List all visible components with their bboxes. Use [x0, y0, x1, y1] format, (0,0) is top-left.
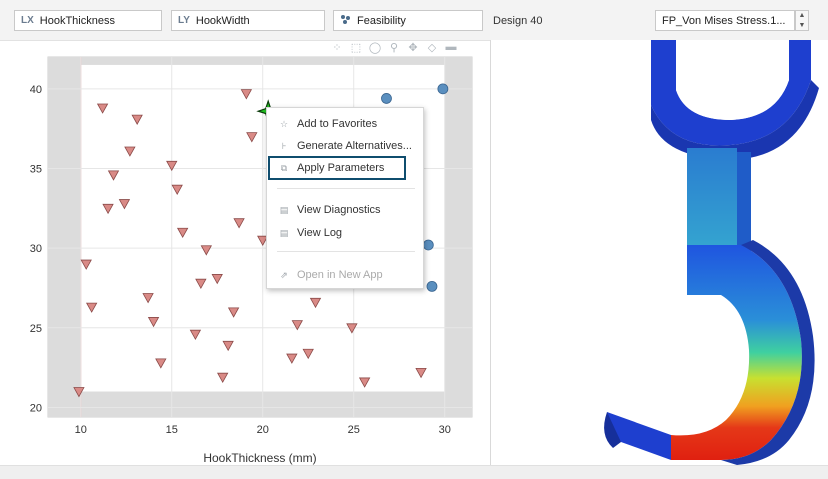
y-tick-label: 30: [30, 243, 42, 255]
pan-icon[interactable]: ✥: [406, 40, 420, 54]
zoom-icon[interactable]: ⚲: [387, 40, 401, 54]
stepper-down-icon[interactable]: ▼: [799, 22, 806, 29]
comment-icon[interactable]: ◯: [368, 40, 382, 54]
feasible-point: [381, 93, 392, 104]
x-tick-label: 25: [348, 424, 360, 436]
menu-item-add-to-favorites[interactable]: ☆ Add to Favorites: [267, 114, 423, 134]
generate-icon: ⊦: [281, 140, 287, 151]
toggle-icon[interactable]: ▬: [444, 40, 458, 54]
y-axis-icon: LY: [178, 15, 190, 26]
menu-item-generate-alternatives[interactable]: ⊦ Generate Alternatives...: [267, 136, 423, 156]
box-select-icon[interactable]: ⬚: [349, 40, 363, 54]
model-3d-view[interactable]: [491, 40, 828, 465]
y-tick-label: 35: [30, 164, 42, 176]
x-parameter-select[interactable]: LX HookThickness: [14, 10, 162, 31]
lasso-select-icon[interactable]: ⁘: [330, 40, 344, 54]
x-tick-label: 15: [166, 424, 178, 436]
x-tick-label: 10: [75, 424, 87, 436]
infeasible-region-right: [444, 57, 472, 417]
result-stepper[interactable]: ▲ ▼: [795, 10, 809, 31]
result-select-label: FP_Von Mises Stress.1...: [662, 14, 786, 27]
result-select[interactable]: FP_Von Mises Stress.1...: [655, 10, 795, 31]
apply-parameters-highlight: [268, 156, 406, 180]
infeasible-region-left: [48, 57, 81, 417]
x-axis-label: HookThickness (mm): [203, 451, 316, 465]
feasibility-icon: [340, 14, 351, 28]
x-tick-label: 20: [257, 424, 269, 436]
menu-separator: [277, 188, 415, 189]
document-icon: ▤: [279, 227, 289, 238]
y-parameter-select[interactable]: LY HookWidth: [171, 10, 325, 31]
feasible-point: [422, 239, 434, 251]
menu-separator: [277, 251, 415, 252]
external-link-icon: ⇗: [280, 269, 288, 280]
star-icon: ☆: [279, 118, 289, 129]
plot-toolbar: ⁘ ⬚ ◯ ⚲ ✥ ◇ ▬: [330, 39, 458, 55]
document-icon: ▤: [279, 204, 289, 215]
context-menu: ☆ Add to Favorites ⊦ Generate Alternativ…: [266, 107, 424, 289]
x-parameter-label: HookThickness: [39, 14, 115, 27]
toolbar: LX HookThickness LY HookWidth Feasibilit…: [0, 0, 828, 41]
x-tick-label: 30: [439, 424, 451, 436]
menu-item-view-log[interactable]: ▤ View Log: [267, 223, 423, 243]
y-tick-label: 40: [30, 84, 42, 96]
fit-icon[interactable]: ◇: [425, 40, 439, 54]
feasible-point: [426, 280, 438, 292]
design-label: Design 40: [493, 15, 543, 27]
x-axis-icon: LX: [21, 15, 34, 26]
color-parameter-label: Feasibility: [357, 14, 406, 27]
infeasible-region-top: [48, 57, 472, 65]
y-tick-label: 20: [30, 402, 42, 414]
infeasible-region-bottom: [48, 391, 472, 417]
status-bar: [0, 465, 828, 479]
menu-item-open-in-new-app: ⇗ Open in New App: [280, 269, 383, 281]
feasible-point: [437, 83, 449, 95]
color-parameter-select[interactable]: Feasibility: [333, 10, 483, 31]
menu-item-view-diagnostics[interactable]: ▤ View Diagnostics: [267, 200, 423, 220]
y-parameter-label: HookWidth: [195, 14, 250, 27]
stepper-up-icon[interactable]: ▲: [799, 12, 806, 19]
hook-model: [604, 40, 819, 465]
y-tick-label: 25: [30, 323, 42, 335]
